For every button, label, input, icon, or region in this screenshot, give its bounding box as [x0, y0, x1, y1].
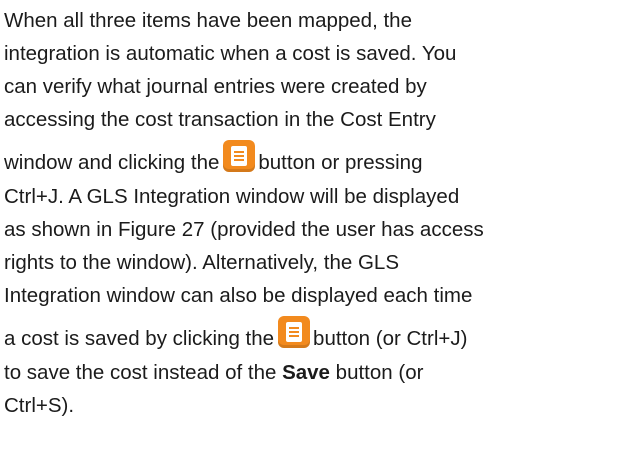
text-line-9: Integration window can also be displayed…: [4, 279, 630, 312]
text: When all three items have been mapped, t…: [4, 9, 412, 32]
text: integration is automatic when a cost is …: [4, 42, 457, 65]
text: a cost is saved by clicking the: [4, 327, 275, 350]
text: as shown in Figure 27 (provided the user…: [4, 218, 484, 241]
document-page: When all three items have been mapped, t…: [0, 0, 630, 452]
text-line-10: a cost is saved by clicking the button (o…: [4, 312, 630, 356]
text-line-3: can verify what journal entries were cre…: [4, 70, 630, 103]
text-line-6: Ctrl+J. A GLS Integration window will be…: [4, 180, 630, 213]
text-line-8: rights to the window). Alternatively, th…: [4, 246, 630, 279]
text-line-4: accessing the cost transaction in the Co…: [4, 103, 630, 136]
text: Ctrl+J. A GLS Integration window will be…: [4, 185, 460, 208]
text: can verify what journal entries were cre…: [4, 75, 427, 98]
text: window and clicking the: [4, 151, 220, 174]
text: Ctrl+S).: [4, 394, 75, 417]
text-line-5: window and clicking the button or pressin…: [4, 136, 630, 180]
text-line-2: integration is automatic when a cost is …: [4, 37, 630, 70]
text: button (or Ctrl+J): [313, 327, 468, 350]
text-line-1: When all three items have been mapped, t…: [4, 4, 630, 37]
text: rights to the window). Alternatively, th…: [4, 251, 400, 274]
text-line-12: Ctrl+S).: [4, 389, 630, 422]
text-line-11: to save the cost instead of the Save but…: [4, 356, 630, 389]
save-label-bold: Save: [282, 361, 330, 384]
journal-entries-icon: [223, 140, 256, 172]
text: accessing the cost transaction in the Co…: [4, 108, 436, 131]
text: Integration window can also be displayed…: [4, 284, 473, 307]
text: to save the cost instead of the: [4, 361, 277, 384]
text: button or pressing: [258, 151, 423, 174]
text-line-7: as shown in Figure 27 (provided the user…: [4, 213, 630, 246]
journal-entries-icon: [278, 316, 311, 348]
text: button (or: [335, 361, 424, 384]
